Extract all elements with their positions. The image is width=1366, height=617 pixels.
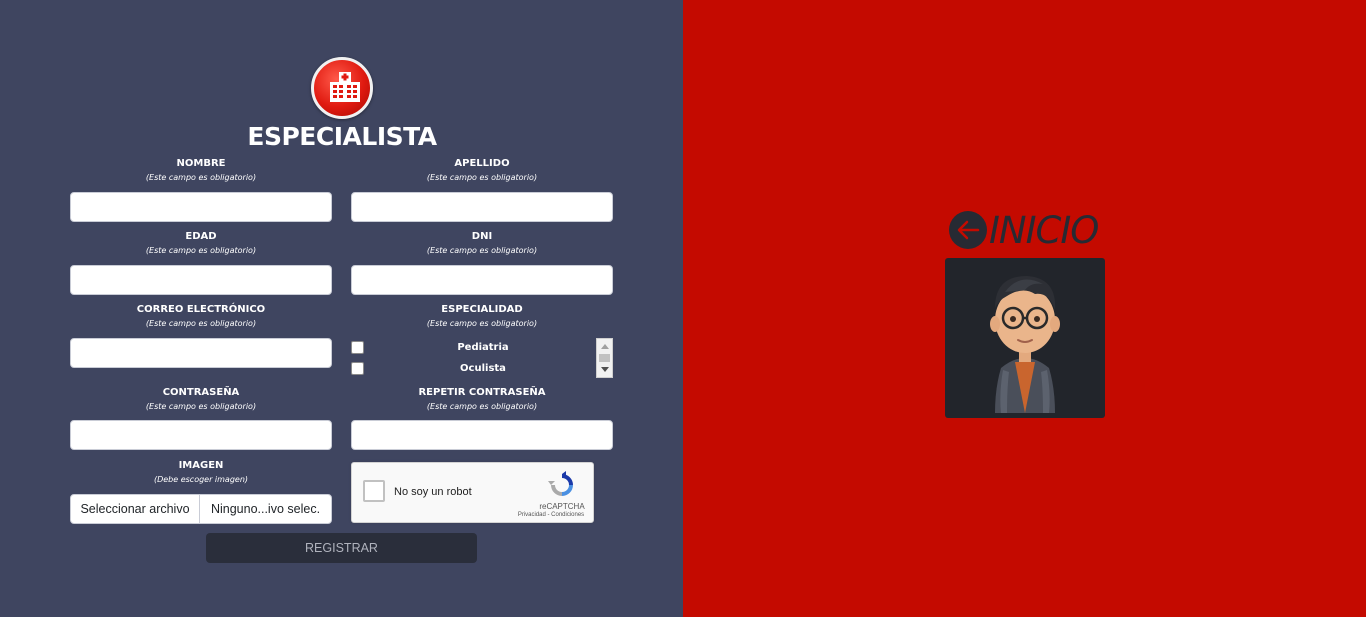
dni-label: DNI bbox=[471, 231, 493, 242]
file-status: Ninguno...ivo selec. bbox=[210, 502, 321, 516]
especialidad-option: Pediatria bbox=[351, 339, 596, 357]
choose-file-button[interactable]: Seleccionar archivo bbox=[71, 495, 200, 523]
contrasena-hint: (Este campo es obligatorio) bbox=[145, 402, 257, 411]
scroll-up-icon[interactable] bbox=[601, 344, 609, 349]
avatar bbox=[945, 258, 1105, 418]
repetir-label-group: REPETIR CONTRASEÑA (Este campo es obliga… bbox=[351, 387, 613, 411]
scroll-down-icon[interactable] bbox=[601, 367, 609, 372]
edad-label: EDAD bbox=[185, 231, 217, 242]
recaptcha-icon bbox=[548, 471, 576, 504]
recaptcha-brand: reCAPTCHA bbox=[539, 502, 585, 511]
register-button[interactable]: REGISTRAR bbox=[206, 533, 477, 563]
especialidad-option-label: Oculista bbox=[460, 363, 506, 374]
dni-input[interactable] bbox=[351, 265, 613, 295]
dni-label-group: DNI (Este campo es obligatorio) bbox=[351, 231, 613, 255]
page-title: ESPECIALISTA bbox=[247, 122, 437, 151]
edad-input[interactable] bbox=[70, 265, 332, 295]
image-file-input[interactable]: Seleccionar archivo Ninguno...ivo selec. bbox=[70, 494, 332, 524]
nombre-label-group: NOMBRE (Este campo es obligatorio) bbox=[70, 158, 332, 182]
edad-label-group: EDAD (Este campo es obligatorio) bbox=[70, 231, 332, 255]
imagen-hint: (Debe escoger imagen) bbox=[153, 475, 249, 484]
apellido-hint: (Este campo es obligatorio) bbox=[426, 173, 538, 182]
hospital-icon bbox=[311, 57, 373, 119]
recaptcha-privacy-link[interactable]: Privacidad - Condiciones bbox=[510, 512, 592, 518]
apellido-label: APELLIDO bbox=[454, 158, 510, 169]
especialidad-option: Oculista bbox=[351, 360, 596, 378]
contrasena-label-group: CONTRASEÑA (Este campo es obligatorio) bbox=[70, 387, 332, 411]
imagen-label: IMAGEN bbox=[178, 460, 224, 471]
correo-label-group: CORREO ELECTRÓNICO (Este campo es obliga… bbox=[70, 304, 332, 328]
recaptcha-widget: No soy un robot reCAPTCHA Privacidad - C… bbox=[351, 462, 594, 523]
email-input[interactable] bbox=[70, 338, 332, 368]
especialidad-label-group: ESPECIALIDAD (Este campo es obligatorio) bbox=[351, 304, 613, 328]
recaptcha-label: No soy un robot bbox=[394, 486, 472, 498]
especialidad-option-label: Pediatria bbox=[457, 342, 509, 353]
password-input[interactable] bbox=[70, 420, 332, 450]
cartoon-person-avatar-icon bbox=[990, 276, 1060, 413]
nombre-hint: (Este campo es obligatorio) bbox=[145, 173, 257, 182]
recaptcha-checkbox[interactable] bbox=[363, 480, 385, 502]
apellido-input[interactable] bbox=[351, 192, 613, 222]
dni-hint: (Este campo es obligatorio) bbox=[426, 246, 538, 255]
correo-hint: (Este campo es obligatorio) bbox=[145, 319, 257, 328]
repetir-label: REPETIR CONTRASEÑA bbox=[418, 387, 546, 398]
especialidad-label: ESPECIALIDAD bbox=[441, 304, 523, 315]
home-link[interactable]: INICIO bbox=[949, 208, 1099, 252]
imagen-label-group: IMAGEN (Debe escoger imagen) bbox=[70, 460, 332, 484]
registration-panel: ESPECIALISTA NOMBRE (Este campo es oblig… bbox=[0, 0, 683, 617]
nombre-label: NOMBRE bbox=[176, 158, 226, 169]
correo-label: CORREO ELECTRÓNICO bbox=[136, 304, 266, 315]
home-link-label[interactable]: INICIO bbox=[989, 209, 1099, 252]
edad-hint: (Este campo es obligatorio) bbox=[145, 246, 257, 255]
scroll-thumb[interactable] bbox=[599, 354, 610, 362]
especialidad-scrollbar[interactable] bbox=[596, 338, 613, 378]
repeat-password-input[interactable] bbox=[351, 420, 613, 450]
especialidad-hint: (Este campo es obligatorio) bbox=[426, 319, 538, 328]
repetir-hint: (Este campo es obligatorio) bbox=[426, 402, 538, 411]
nombre-input[interactable] bbox=[70, 192, 332, 222]
arrow-left-icon[interactable] bbox=[949, 211, 987, 249]
especialidad-list: Pediatria Oculista bbox=[351, 339, 613, 379]
apellido-label-group: APELLIDO (Este campo es obligatorio) bbox=[351, 158, 613, 182]
contrasena-label: CONTRASEÑA bbox=[162, 387, 240, 398]
